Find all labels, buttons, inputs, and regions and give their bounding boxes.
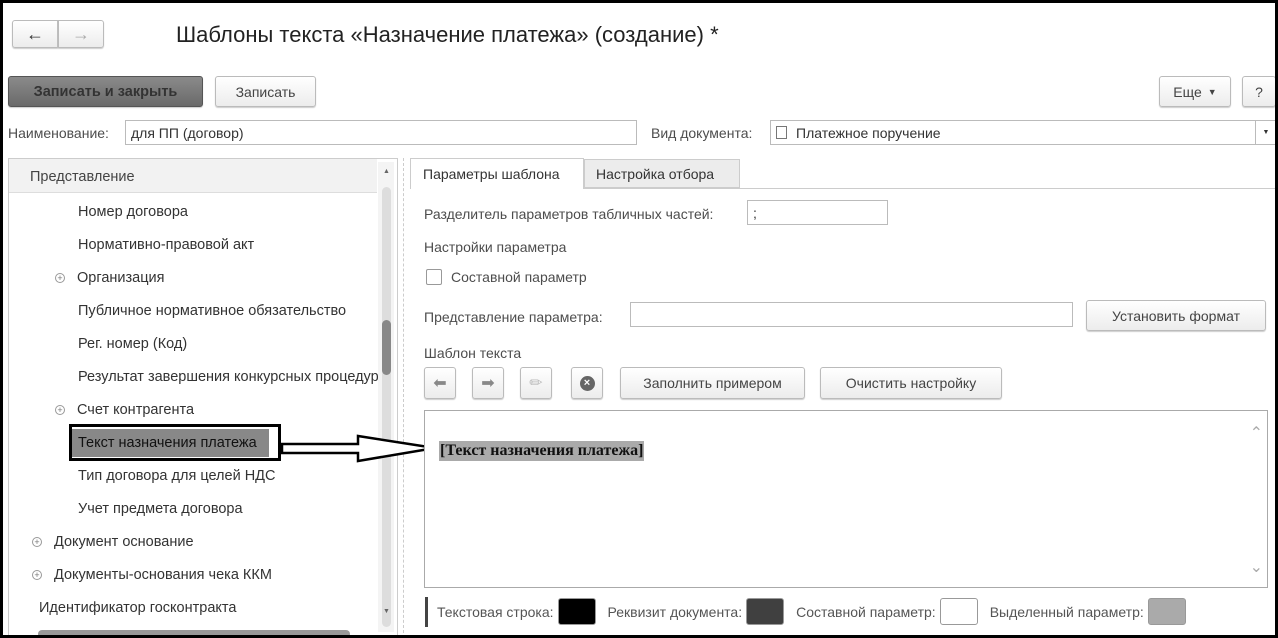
- tree-item-label: Тип договора для целей НДС: [78, 467, 276, 484]
- fill-example-button[interactable]: Заполнить примером: [620, 367, 805, 399]
- composite-checkbox[interactable]: [426, 269, 442, 285]
- annotation-arrow-icon: [280, 434, 436, 463]
- forward-button[interactable]: →: [58, 20, 104, 48]
- tree-item[interactable]: + Документы-основания чека ККМ: [8, 558, 378, 591]
- separator-label: Разделитель параметров табличных частей:: [424, 206, 714, 222]
- arrow-left-icon: ⬅: [433, 375, 447, 392]
- chevron-down-icon: ▼: [1262, 129, 1270, 136]
- scroll-up-icon[interactable]: ⌃: [1250, 423, 1263, 443]
- chevron-down-icon: ▼: [1207, 86, 1217, 97]
- splitter[interactable]: [403, 158, 404, 638]
- legend-label: Выделенный параметр:: [989, 603, 1144, 620]
- tree-item[interactable]: Рег. номер (Код): [8, 327, 378, 360]
- scroll-track: [382, 187, 391, 627]
- more-button[interactable]: Еще ▼: [1159, 76, 1231, 107]
- scroll-thumb[interactable]: [382, 320, 391, 375]
- move-left-button[interactable]: ⬅: [424, 367, 456, 399]
- tree-item[interactable]: Нормативно-правовой акт: [8, 228, 378, 261]
- tree-item-label: Публичное нормативное обязательство: [78, 302, 347, 319]
- tree-item[interactable]: Идентификатор госконтракта: [8, 591, 378, 624]
- document-icon: [776, 126, 787, 139]
- template-editor[interactable]: [Текст назначения платежа] ⌃ ⌄: [424, 410, 1268, 588]
- legend-label: Составной параметр:: [796, 603, 936, 620]
- tree-item[interactable]: Публичное нормативное обязательство: [8, 294, 378, 327]
- clear-circle-icon: ×: [579, 375, 595, 391]
- doctype-dropdown-button[interactable]: ▼: [1255, 120, 1277, 145]
- doctype-value: Платежное поручение: [796, 124, 941, 141]
- legend-label: Реквизит документа:: [607, 603, 743, 620]
- expand-icon[interactable]: +: [55, 404, 65, 415]
- scroll-up-icon[interactable]: ▲: [383, 168, 390, 175]
- tree-item[interactable]: + Счет контрагента: [8, 393, 378, 426]
- arrow-right-icon: ➡: [481, 375, 495, 392]
- template-param-token[interactable]: [Текст назначения платежа]: [439, 441, 645, 461]
- more-label: Еще: [1173, 83, 1202, 100]
- move-right-button[interactable]: ➡: [472, 367, 504, 399]
- tree-header: Представление: [9, 159, 377, 193]
- horizontal-scroll-thumb[interactable]: [38, 630, 350, 638]
- separator-input[interactable]: ;: [747, 200, 888, 225]
- legend: Текстовая строка: Реквизит документа: Сост…: [437, 598, 1186, 625]
- edit-button[interactable]: ✏: [520, 367, 552, 399]
- presentation-label: Представление параметра:: [424, 309, 603, 325]
- back-button[interactable]: ←: [12, 20, 58, 48]
- set-format-button[interactable]: Установить формат: [1086, 300, 1266, 331]
- legend-bar: [425, 597, 428, 627]
- help-button[interactable]: ?: [1242, 76, 1276, 107]
- tree-item-label: Счет контрагента: [77, 401, 195, 418]
- tree-item-label: Рег. номер (Код): [78, 335, 188, 352]
- presentation-input[interactable]: [630, 302, 1073, 327]
- tab-template-params[interactable]: Параметры шаблона: [410, 158, 584, 189]
- tree-item-label: Учет предмета договора: [78, 500, 243, 517]
- tree-item-label: Документ основание: [54, 533, 194, 550]
- tree-item-label: Нормативно-правовой акт: [78, 236, 255, 253]
- doctype-label: Вид документа:: [651, 125, 753, 141]
- save-and-close-button[interactable]: Записать и закрыть: [8, 76, 203, 107]
- tree-item-label: Результат завершения конкурсных процедур: [78, 368, 378, 385]
- tree-item[interactable]: + Организация: [8, 261, 378, 294]
- tree-item[interactable]: + Документ основание: [8, 525, 378, 558]
- tree-item[interactable]: Результат завершения конкурсных процедур: [8, 360, 378, 393]
- clear-settings-button[interactable]: Очистить настройку: [820, 367, 1002, 399]
- tree-scrollbar[interactable]: ▲ ▼: [378, 162, 394, 632]
- arrow-right-icon: →: [72, 23, 90, 44]
- delete-button[interactable]: ×: [571, 367, 603, 399]
- scroll-down-icon[interactable]: ▼: [383, 608, 390, 615]
- expand-icon[interactable]: +: [55, 272, 65, 283]
- page-title: Шаблоны текста «Назначение платежа» (соз…: [176, 22, 719, 47]
- color-swatch[interactable]: [746, 598, 785, 625]
- tree-item[interactable]: Учет предмета договора: [8, 492, 378, 525]
- doctype-select[interactable]: Платежное поручение: [770, 120, 1256, 145]
- template-heading: Шаблон текста: [424, 345, 522, 361]
- tree-item-label: Документы-основания чека ККМ: [54, 566, 272, 583]
- annotation-box: [69, 424, 281, 461]
- color-swatch[interactable]: [939, 598, 978, 625]
- tree-item-label: Номер договора: [78, 203, 188, 220]
- name-label: Наименование:: [8, 125, 109, 141]
- save-button[interactable]: Записать: [215, 76, 316, 107]
- tree-item-label: Организация: [77, 269, 165, 286]
- settings-heading: Настройки параметра: [424, 239, 567, 255]
- color-swatch[interactable]: [557, 598, 596, 625]
- arrow-left-icon: ←: [26, 23, 44, 44]
- scroll-down-icon[interactable]: ⌄: [1250, 557, 1263, 577]
- tree-item[interactable]: Номер договора: [8, 195, 378, 228]
- expand-icon[interactable]: +: [32, 569, 42, 580]
- name-input[interactable]: для ПП (договор): [125, 120, 637, 145]
- color-swatch[interactable]: [1147, 598, 1186, 625]
- tab-filter-settings[interactable]: Настройка отбора: [584, 159, 740, 188]
- expand-icon[interactable]: +: [32, 536, 42, 547]
- tree-item-label: Идентификатор госконтракта: [39, 599, 237, 616]
- legend-label: Текстовая строка:: [437, 603, 554, 620]
- pencil-icon: ✏: [529, 375, 543, 392]
- composite-label: Составной параметр: [451, 269, 587, 285]
